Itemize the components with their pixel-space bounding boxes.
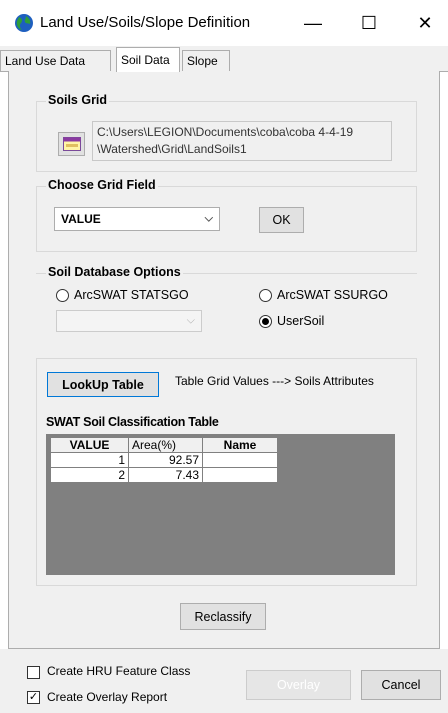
soil-database-select[interactable]: ⌵ (56, 310, 202, 332)
cell-name[interactable] (202, 467, 278, 483)
lookup-table-label: LookUp Table (62, 377, 144, 392)
tab-label: Slope (187, 54, 218, 68)
choose-grid-field-title: Choose Grid Field (46, 178, 158, 192)
chevron-down-icon: ⌵ (186, 314, 195, 327)
cell-area[interactable]: 7.43 (128, 467, 203, 483)
close-button[interactable]: ✕ (402, 0, 448, 46)
table-header-row: VALUE Area(%) Name (50, 437, 278, 453)
column-header-area[interactable]: Area(%) (128, 437, 203, 453)
ok-label: OK (272, 213, 291, 227)
path-line-2: \Watershed\Grid\LandSoils1 (97, 142, 247, 156)
browse-soils-grid-button[interactable] (58, 132, 85, 156)
globe-icon (15, 14, 33, 32)
radio-arcswat-ssurgo[interactable] (259, 289, 272, 302)
classification-table[interactable]: VALUE Area(%) Name 1 92.57 2 7.43 (50, 437, 278, 483)
soils-grid-title: Soils Grid (46, 93, 110, 107)
folder-icon (62, 137, 81, 151)
tab-land-use-data[interactable]: Land Use Data (0, 50, 111, 71)
ok-button[interactable]: OK (259, 207, 304, 233)
cell-name[interactable] (202, 452, 278, 468)
soil-database-options-title: Soil Database Options (46, 265, 183, 279)
arcswat-ssurgo-label: ArcSWAT SSURGO (277, 288, 388, 302)
classification-table-title: SWAT Soil Classification Table (46, 415, 219, 429)
usersoil-label: UserSoil (277, 314, 325, 328)
grid-field-value: VALUE (61, 212, 101, 226)
lookup-description: Table Grid Values ---> Soils Attributes (175, 374, 374, 388)
maximize-icon: ☐ (360, 12, 378, 33)
soils-grid-path: C:\Users\LEGION\Documents\coba\coba 4-4-… (92, 121, 392, 161)
tab-slope[interactable]: Slope (182, 50, 230, 71)
cell-value[interactable]: 2 (50, 467, 129, 483)
overlay-button[interactable]: Overlay (246, 670, 351, 700)
table-row[interactable]: 1 92.57 (50, 452, 278, 468)
create-overlay-label: Create Overlay Report (47, 690, 168, 704)
minimize-icon: — (304, 12, 322, 33)
window-title: Land Use/Soils/Slope Definition (40, 14, 251, 31)
cancel-label: Cancel (381, 678, 421, 692)
column-header-name[interactable]: Name (202, 437, 278, 453)
lookup-table-button[interactable]: LookUp Table (47, 372, 159, 397)
radio-arcswat-statsgo[interactable] (56, 289, 69, 302)
reclassify-label: Reclassify (194, 609, 252, 624)
reclassify-button[interactable]: Reclassify (180, 603, 266, 630)
create-hru-checkbox[interactable] (27, 666, 40, 679)
close-icon: ✕ (417, 12, 433, 33)
create-overlay-checkbox[interactable]: ✓ (27, 691, 40, 704)
soil-database-options-group (36, 273, 417, 343)
column-header-value[interactable]: VALUE (50, 437, 129, 453)
cancel-button[interactable]: Cancel (361, 670, 441, 700)
path-line-1: C:\Users\LEGION\Documents\coba\coba 4-4-… (97, 125, 354, 139)
radio-usersoil[interactable] (259, 315, 272, 328)
tab-soil-data[interactable]: Soil Data (116, 47, 180, 72)
tab-label: Soil Data (121, 53, 170, 67)
cell-value[interactable]: 1 (50, 452, 129, 468)
checkmark-icon: ✓ (28, 691, 39, 703)
maximize-button[interactable]: ☐ (346, 0, 392, 46)
table-row[interactable]: 2 7.43 (50, 467, 278, 483)
radio-selected-dot (262, 318, 269, 325)
chevron-down-icon: ⌵ (204, 212, 213, 225)
overlay-label: Overlay (276, 678, 321, 692)
minimize-button[interactable]: — (290, 0, 336, 46)
create-hru-label: Create HRU Feature Class (47, 664, 191, 678)
cell-area[interactable]: 92.57 (128, 452, 203, 468)
tab-label: Land Use Data (5, 54, 86, 68)
arcswat-statsgo-label: ArcSWAT STATSGO (74, 288, 189, 302)
grid-field-select[interactable]: VALUE ⌵ (54, 207, 220, 231)
